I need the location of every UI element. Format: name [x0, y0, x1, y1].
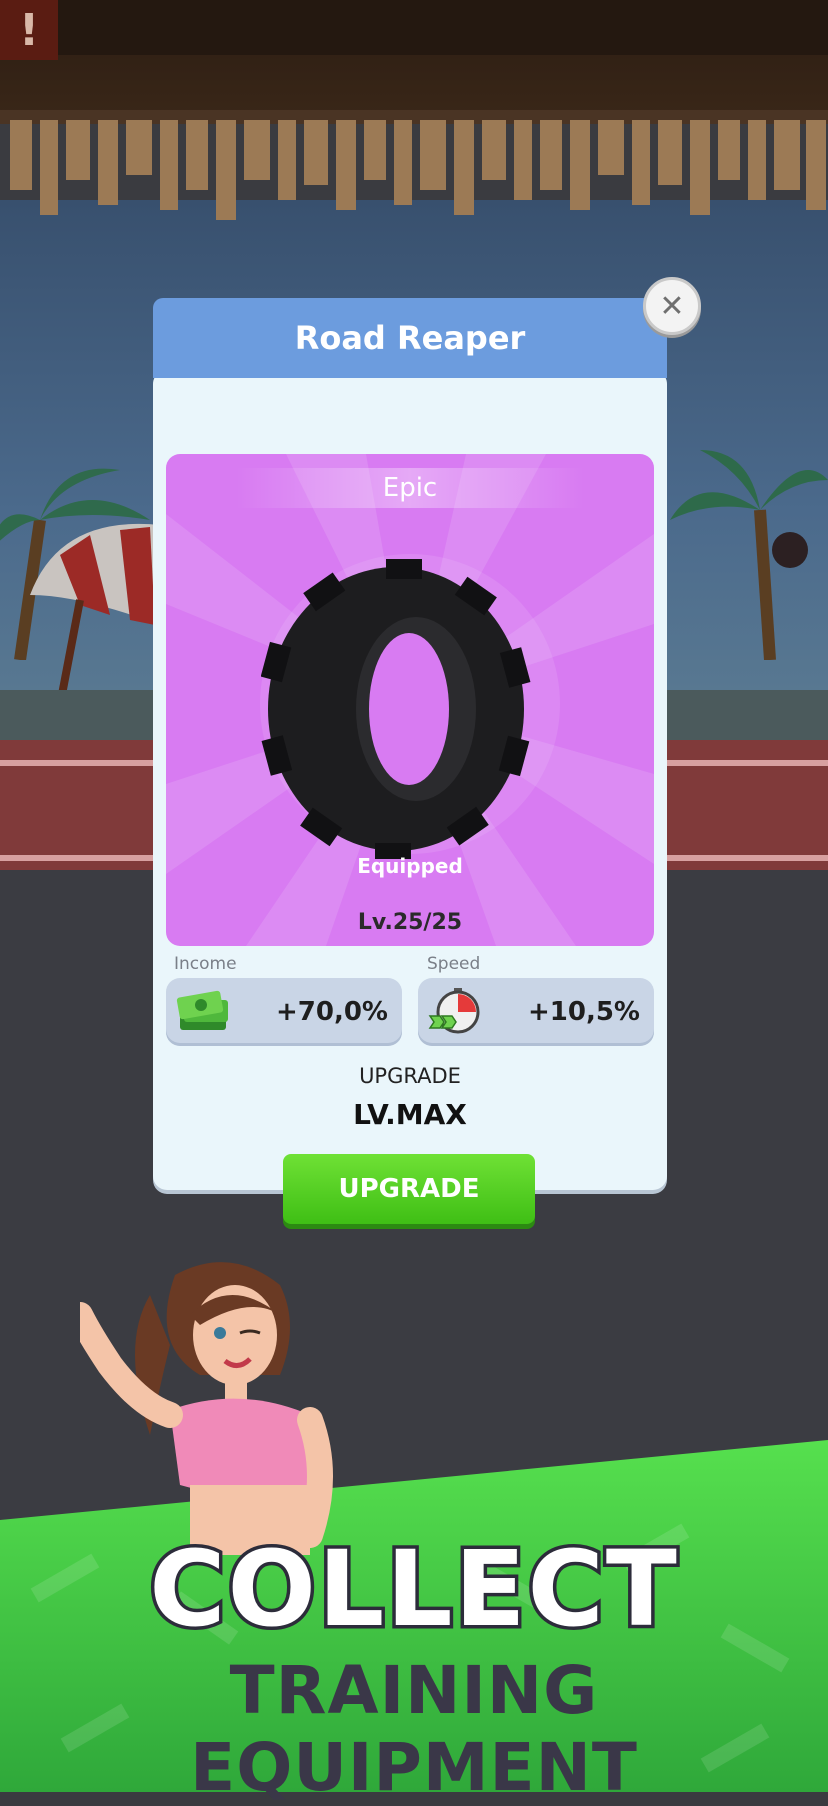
equipped-status: Equipped — [357, 854, 463, 878]
money-stack-icon — [176, 990, 228, 1030]
ceiling-beam — [0, 0, 828, 55]
banner-headline: COLLECT — [146, 1525, 681, 1654]
speed-value: +10,5% — [528, 997, 640, 1027]
trainer-character — [80, 1262, 333, 1555]
item-card: Epic Equipped Lv.25/25 — [166, 454, 654, 946]
straw-fringe — [0, 110, 828, 220]
beach-umbrella — [30, 523, 160, 705]
close-icon[interactable]: ✕ — [643, 277, 701, 335]
upgrade-level: LV.MAX — [353, 1098, 467, 1131]
tire-item-icon — [261, 559, 531, 859]
income-stat: +70,0% — [166, 978, 402, 1046]
dialog-title: Road Reaper — [153, 298, 667, 378]
upgrade-button[interactable]: UPGRADE — [283, 1154, 535, 1224]
income-label: Income — [174, 954, 237, 974]
dialog-body: Epic Equipped Lv.25/25 Income +70,0% Spe… — [153, 370, 667, 1224]
warning-icon: ! — [0, 0, 58, 60]
rarity-label: Epic — [236, 468, 584, 508]
speed-label: Speed — [427, 954, 481, 974]
speed-stat: +10,5% — [418, 978, 654, 1046]
banner-subline: TRAINING EQUIPMENT — [190, 1652, 638, 1806]
palm-tree-right — [670, 450, 828, 660]
item-detail-dialog: Epic Equipped Lv.25/25 Income +70,0% Spe… — [153, 298, 667, 1224]
upgrade-title: UPGRADE — [359, 1064, 461, 1088]
income-value: +70,0% — [276, 997, 388, 1027]
item-level: Lv.25/25 — [357, 910, 463, 935]
stopwatch-speed-icon — [428, 988, 480, 1034]
